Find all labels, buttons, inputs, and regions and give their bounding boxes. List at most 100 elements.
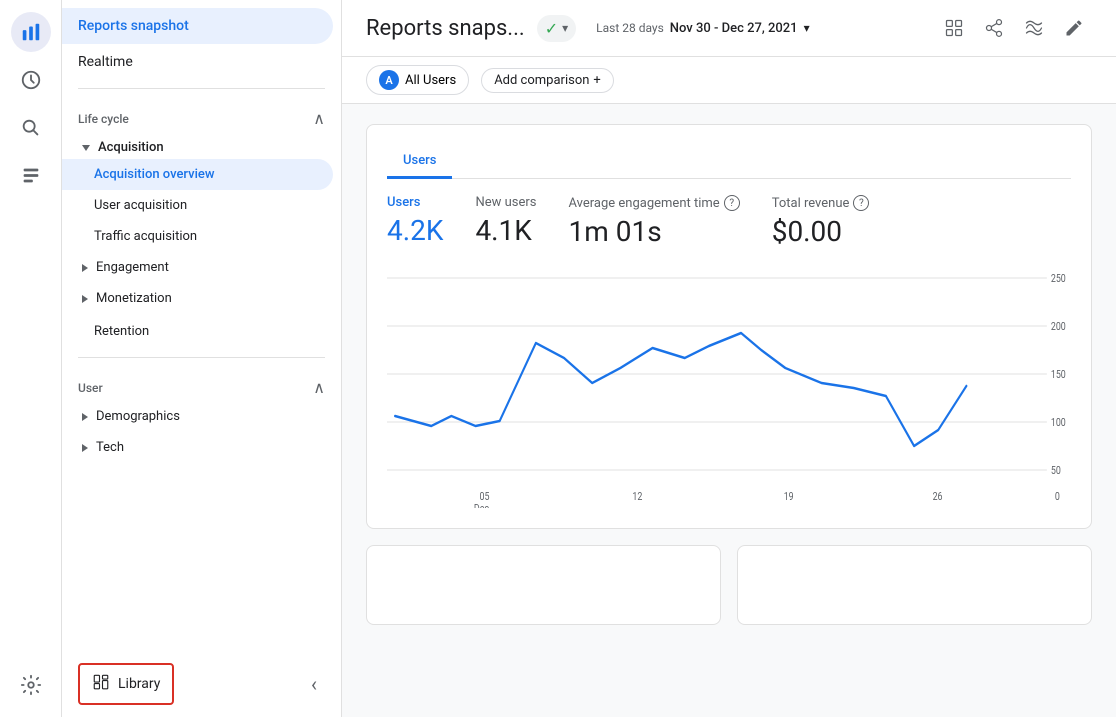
- dropdown-chevron-icon: ▾: [562, 21, 568, 35]
- metric-revenue: Total revenue ? $0.00: [772, 195, 870, 248]
- line-chart: 250 200 150 100 50 0 05 Dec 12 19 26: [387, 268, 1071, 508]
- demographics-label: Demographics: [96, 409, 180, 424]
- metrics-row: Users 4.2K New users 4.1K Average engage…: [387, 195, 1071, 248]
- customize-report-icon[interactable]: [936, 10, 972, 46]
- sidebar-item-acquisition[interactable]: Acquisition: [62, 132, 341, 159]
- metric-revenue-value: $0.00: [772, 215, 870, 248]
- sidebar-collapse-button[interactable]: ‹: [303, 664, 325, 704]
- reports-nav-icon[interactable]: [11, 156, 51, 196]
- realtime-label: Realtime: [78, 54, 133, 70]
- sidebar: Reports snapshot Realtime Life cycle ∧ A…: [62, 0, 342, 717]
- metric-users-value: 4.2K: [387, 214, 443, 247]
- svg-text:50: 50: [1051, 465, 1061, 477]
- sidebar-top: Reports snapshot Realtime Life cycle ∧ A…: [62, 0, 341, 471]
- traffic-acquisition-label: Traffic acquisition: [94, 229, 197, 244]
- status-check-icon: ✓: [545, 19, 558, 38]
- sidebar-item-retention[interactable]: Retention: [62, 314, 333, 349]
- divider-2: [78, 357, 325, 358]
- date-range-value: Nov 30 - Dec 27, 2021: [670, 21, 798, 36]
- metric-engagement-value: 1m 01s: [568, 215, 739, 248]
- demographics-expand-icon: [82, 413, 88, 421]
- sidebar-item-monetization[interactable]: Monetization: [62, 283, 333, 314]
- sidebar-item-acquisition-overview[interactable]: Acquisition overview: [62, 159, 333, 190]
- library-button[interactable]: Library: [78, 663, 174, 705]
- insights-icon[interactable]: [1016, 10, 1052, 46]
- bottom-cards: [366, 545, 1092, 625]
- sidebar-item-user-acquisition[interactable]: User acquisition: [62, 190, 333, 221]
- card-tabs: Users: [387, 145, 1071, 179]
- svg-text:05: 05: [480, 491, 490, 503]
- sidebar-item-reports-snapshot[interactable]: Reports snapshot: [62, 8, 333, 44]
- engagement-label: Engagement: [96, 260, 169, 275]
- metric-new-users-label: New users: [475, 195, 536, 210]
- metric-revenue-label: Total revenue ?: [772, 195, 870, 211]
- sidebar-item-engagement[interactable]: Engagement: [62, 252, 333, 283]
- svg-text:19: 19: [784, 491, 794, 503]
- user-label: User: [78, 381, 103, 395]
- metric-new-users: New users 4.1K: [475, 195, 536, 248]
- realtime-nav-icon[interactable]: [11, 60, 51, 100]
- acquisition-label: Acquisition: [98, 140, 164, 155]
- user-avatar: A: [379, 70, 399, 90]
- user-acquisition-label: User acquisition: [94, 198, 187, 213]
- edit-icon[interactable]: [1056, 10, 1092, 46]
- tech-label: Tech: [96, 440, 124, 455]
- library-label: Library: [118, 676, 160, 692]
- header-actions: [936, 10, 1092, 46]
- all-users-label: All Users: [405, 73, 456, 88]
- sidebar-item-tech[interactable]: Tech: [62, 432, 333, 463]
- svg-text:0: 0: [1055, 491, 1060, 503]
- monetization-label: Monetization: [96, 291, 172, 306]
- engagement-info-icon[interactable]: ?: [724, 195, 740, 211]
- bar-chart-nav-icon[interactable]: [11, 12, 51, 52]
- svg-text:Dec: Dec: [474, 503, 489, 508]
- tab-users[interactable]: Users: [387, 145, 452, 179]
- metric-engagement-label: Average engagement time ?: [568, 195, 739, 211]
- settings-nav-icon[interactable]: [11, 665, 51, 705]
- filter-bar: A All Users Add comparison +: [342, 57, 1116, 104]
- date-range-selector[interactable]: Last 28 days Nov 30 - Dec 27, 2021 ▾: [588, 17, 817, 40]
- all-users-filter[interactable]: A All Users: [366, 65, 469, 95]
- status-badge[interactable]: ✓ ▾: [537, 15, 576, 42]
- monetization-expand-icon: [82, 295, 88, 303]
- share-icon[interactable]: [976, 10, 1012, 46]
- svg-text:200: 200: [1051, 321, 1066, 333]
- lifecycle-section-label[interactable]: Life cycle ∧: [62, 97, 341, 132]
- acquisition-expand-icon: [82, 145, 90, 151]
- user-section-label[interactable]: User ∧: [62, 366, 341, 401]
- revenue-info-icon[interactable]: ?: [853, 195, 869, 211]
- main-card: Users Users 4.2K New users 4.1K: [366, 124, 1092, 529]
- search-nav-icon[interactable]: [11, 108, 51, 148]
- svg-text:150: 150: [1051, 369, 1066, 381]
- svg-text:100: 100: [1051, 417, 1066, 429]
- retention-label: Retention: [94, 324, 149, 339]
- main-header: Reports snaps... ✓ ▾ Last 28 days Nov 30…: [342, 0, 1116, 57]
- bottom-card-1: [366, 545, 721, 625]
- page-title: Reports snaps...: [366, 16, 525, 41]
- acquisition-overview-label: Acquisition overview: [94, 167, 215, 182]
- reports-snapshot-label: Reports snapshot: [78, 18, 189, 34]
- main-content: Reports snaps... ✓ ▾ Last 28 days Nov 30…: [342, 0, 1116, 717]
- icon-rail: [0, 0, 62, 717]
- sidebar-bottom: Library ‹: [62, 651, 341, 717]
- chart-container: 250 200 150 100 50 0 05 Dec 12 19 26: [387, 268, 1071, 508]
- date-dropdown-icon: ▾: [804, 21, 810, 35]
- sidebar-item-realtime[interactable]: Realtime: [62, 44, 333, 80]
- sidebar-item-traffic-acquisition[interactable]: Traffic acquisition: [62, 221, 333, 252]
- metric-users-label: Users: [387, 195, 443, 210]
- bottom-card-2: [737, 545, 1092, 625]
- user-chevron-icon: ∧: [313, 378, 325, 397]
- lifecycle-label: Life cycle: [78, 112, 129, 126]
- metric-engagement: Average engagement time ? 1m 01s: [568, 195, 739, 248]
- metric-new-users-value: 4.1K: [475, 214, 536, 247]
- add-comparison-button[interactable]: Add comparison +: [481, 68, 614, 93]
- svg-text:12: 12: [632, 491, 642, 503]
- library-icon: [92, 673, 110, 695]
- sidebar-item-demographics[interactable]: Demographics: [62, 401, 333, 432]
- add-comparison-label: Add comparison: [494, 73, 589, 88]
- metric-users: Users 4.2K: [387, 195, 443, 248]
- lifecycle-chevron-icon: ∧: [313, 109, 325, 128]
- content-area: Users Users 4.2K New users 4.1K: [342, 104, 1116, 645]
- add-icon: +: [593, 73, 600, 88]
- date-label: Last 28 days: [596, 21, 664, 35]
